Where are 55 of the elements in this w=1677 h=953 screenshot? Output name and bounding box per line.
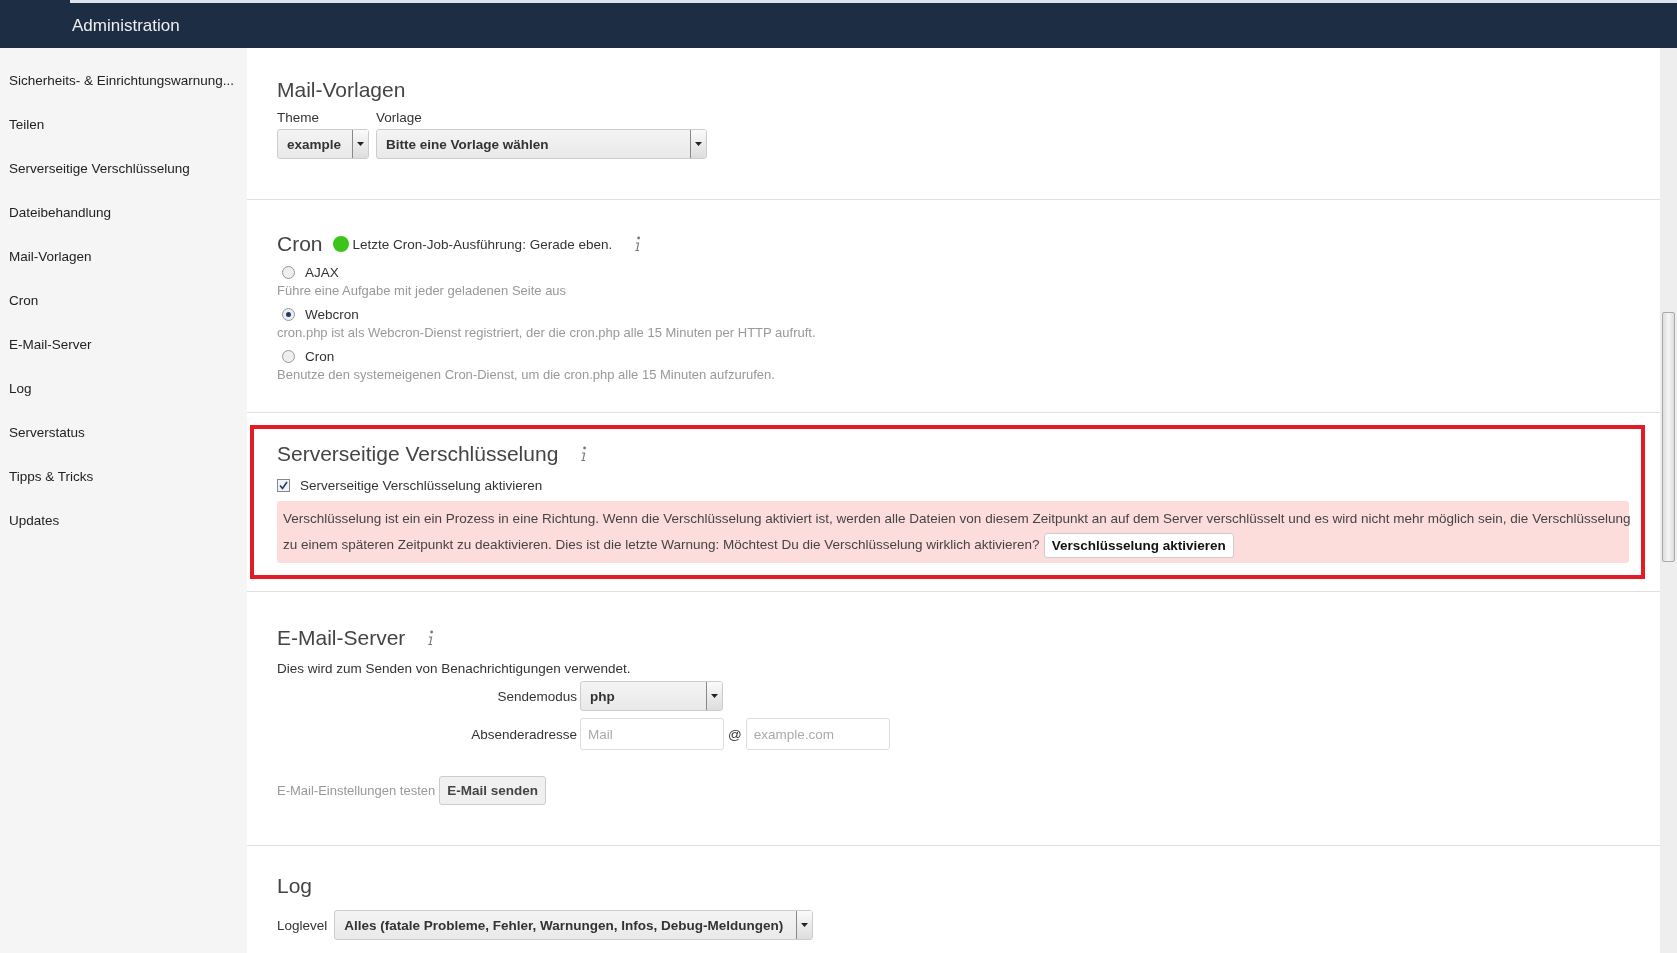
section-title: E-Mail-Server [277, 626, 406, 650]
section-title: Cron [277, 232, 323, 256]
sidebar-item[interactable]: Sicherheits- & Einrichtungswarnung... [0, 59, 247, 103]
option-description: Führe eine Aufgabe mit jeder geladenen Seite aus [277, 283, 568, 298]
section-title: Serverseitige Verschlüsselung [277, 442, 559, 466]
send-mode-select[interactable]: php [580, 681, 723, 711]
section-description: Dies wird zum Senden von Benachrichtigungen verwendet. [277, 661, 632, 676]
option-description: cron.php ist als Webcron-Dienst registriert, der die cron.php alle 15 Minuten per HTTP aufruft. [277, 325, 817, 340]
log-level-select[interactable]: Alles (fatale Probleme, Fehler, Warnungen, Infos, Debug-Meldungen) [334, 910, 814, 940]
enable-encryption-button[interactable]: Verschlüsselung aktivieren [1043, 532, 1234, 558]
option-description: Benutze den systemeigenen Cron-Dienst, um die cron.php alle 15 Minuten aufzurufen. [277, 367, 776, 382]
radio-button[interactable] [282, 266, 295, 279]
checkbox-label: Serverseitige Verschlüsselung aktivieren [300, 478, 543, 493]
radio-label: Cron [305, 349, 335, 364]
radio-button[interactable] [282, 308, 295, 321]
sidebar-item[interactable]: Updates [0, 499, 247, 543]
template-select[interactable]: Bitte eine Vorlage wählen [376, 129, 707, 159]
sidebar-item[interactable]: Tipps & Tricks [0, 455, 247, 499]
field-label: Vorlage [376, 110, 423, 125]
test-label: E-Mail-Einstellungen testen [277, 783, 436, 798]
sidebar-item[interactable]: Serverstatus [0, 411, 247, 455]
app-title: Administration [72, 15, 180, 36]
field-label: Theme [277, 110, 321, 125]
theme-value: example [287, 136, 342, 152]
log-level-value: Alles (fatale Probleme, Fehler, Warnungen, Infos, Debug-Meldungen) [344, 917, 784, 933]
field-label: Absenderadresse [470, 726, 577, 742]
field-label: Loglevel [277, 917, 328, 933]
sidebar-item[interactable]: E-Mail-Server [0, 323, 247, 367]
domain-input[interactable]: example.com [745, 718, 890, 750]
scrollbar[interactable] [1660, 48, 1677, 953]
mail-input[interactable]: Mail [580, 718, 724, 750]
status-text: Letzte Cron-Job-Ausführung: Gerade eben. [352, 236, 613, 252]
sidebar-item[interactable]: Dateibehandlung [0, 191, 247, 235]
radio-label: Webcron [305, 307, 359, 322]
warning-text: zu einem späteren Zeitpunkt zu deaktivieren. Dies ist die letzte Warnung: Möchtest Du die Verschlüsselung wirklich aktivieren? [283, 536, 1040, 554]
info-icon[interactable] [427, 630, 435, 646]
template-value: Bitte eine Vorlage wählen [386, 136, 549, 152]
sidebar-item[interactable]: Teilen [0, 103, 247, 147]
warning-text: Verschlüsselung ist ein ein Prozess in eine Richtung. Wenn die Verschlüsselung aktiviert ist, werden alle Dateien von diesem Zeitpunkt an auf dem Server verschlüsselt und es wird nicht mehr möglich sein, die Verschlüsselung [283, 510, 1631, 528]
sidebar-item[interactable]: Cron [0, 279, 247, 323]
send-email-button[interactable]: E-Mail senden [439, 776, 547, 805]
sidebar-item[interactable]: Serverseitige Verschlüsselung [0, 147, 247, 191]
send-mode-value: php [590, 688, 615, 704]
radio-button[interactable] [282, 350, 295, 363]
section-title: Mail-Vorlagen [277, 78, 406, 102]
radio-label: AJAX [305, 265, 339, 280]
theme-select[interactable]: example [277, 129, 369, 159]
section-title: Log [277, 874, 313, 898]
field-label: Sendemodus [496, 688, 577, 704]
at-sign: @ [728, 726, 742, 742]
sidebar-item[interactable]: Mail-Vorlagen [0, 235, 247, 279]
checkbox[interactable] [277, 479, 290, 492]
info-icon[interactable] [634, 236, 642, 252]
info-icon[interactable] [580, 446, 588, 462]
sidebar-item[interactable]: Log [0, 367, 247, 411]
